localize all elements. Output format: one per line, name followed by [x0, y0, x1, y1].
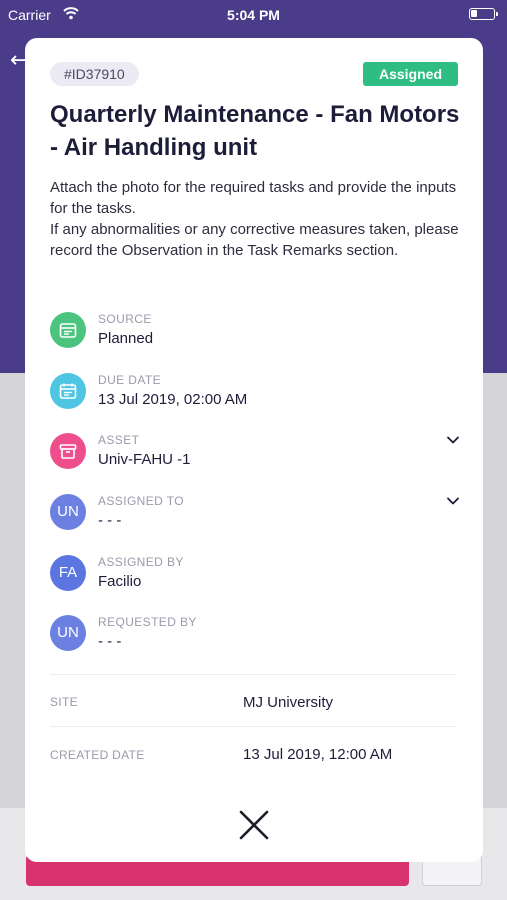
calendar-icon — [59, 323, 77, 338]
site-value: MJ University — [243, 694, 334, 711]
detail-source: SOURCE Planned — [50, 312, 460, 352]
assigned-to-label: ASSIGNED TO — [98, 494, 184, 508]
work-order-title: Quarterly Maintenance - Fan Motors - Air… — [50, 101, 460, 161]
due-date-label: DUE DATE — [98, 373, 161, 387]
chevron-down-icon[interactable] — [446, 433, 460, 447]
asset-value: Univ-FAHU -1 — [98, 451, 191, 468]
detail-due-date: DUE DATE 13 Jul 2019, 02:00 AM — [50, 373, 460, 413]
work-order-id-pill: #ID37910 — [50, 62, 139, 86]
created-date-label: CREATED DATE — [50, 748, 145, 762]
source-avatar — [50, 312, 86, 348]
asset-avatar — [50, 433, 86, 469]
source-label: SOURCE — [98, 312, 152, 326]
source-value: Planned — [98, 330, 154, 347]
assigned-by-value: Facilio — [98, 573, 142, 590]
detail-assigned-to[interactable]: UN ASSIGNED TO - - - — [50, 494, 460, 534]
assigned-to-avatar: UN — [50, 494, 86, 530]
detail-requested-by: UN REQUESTED BY - - - — [50, 615, 460, 655]
site-label: SITE — [50, 695, 78, 709]
clock-time: 5:04 PM — [227, 7, 280, 23]
asset-label: ASSET — [98, 433, 140, 447]
divider — [50, 726, 457, 727]
status-badge: Assigned — [362, 62, 458, 86]
due-date-value: 13 Jul 2019, 02:00 AM — [98, 391, 248, 408]
chevron-down-icon[interactable] — [446, 494, 460, 508]
archive-box-icon — [59, 444, 77, 459]
requested-by-label: REQUESTED BY — [98, 615, 197, 629]
detail-assigned-by: FA ASSIGNED BY Facilio — [50, 555, 460, 595]
battery-icon — [469, 8, 498, 20]
divider — [50, 674, 457, 675]
assigned-to-value: - - - — [98, 512, 122, 529]
assigned-by-avatar: FA — [50, 555, 86, 591]
requested-by-value: - - - — [98, 633, 122, 650]
status-bar: Carrier 5:04 PM — [0, 0, 507, 30]
detail-asset[interactable]: ASSET Univ-FAHU -1 — [50, 433, 460, 473]
due-date-avatar — [50, 373, 86, 409]
calendar-icon — [59, 383, 77, 399]
assigned-by-label: ASSIGNED BY — [98, 555, 184, 569]
created-date-value: 13 Jul 2019, 12:00 AM — [243, 746, 393, 763]
work-order-detail-modal: #ID37910 Assigned Quarterly Maintenance … — [25, 38, 483, 862]
close-icon[interactable] — [237, 808, 271, 842]
requested-by-avatar: UN — [50, 615, 86, 651]
work-order-description: Attach the photo for the required tasks … — [50, 179, 459, 259]
